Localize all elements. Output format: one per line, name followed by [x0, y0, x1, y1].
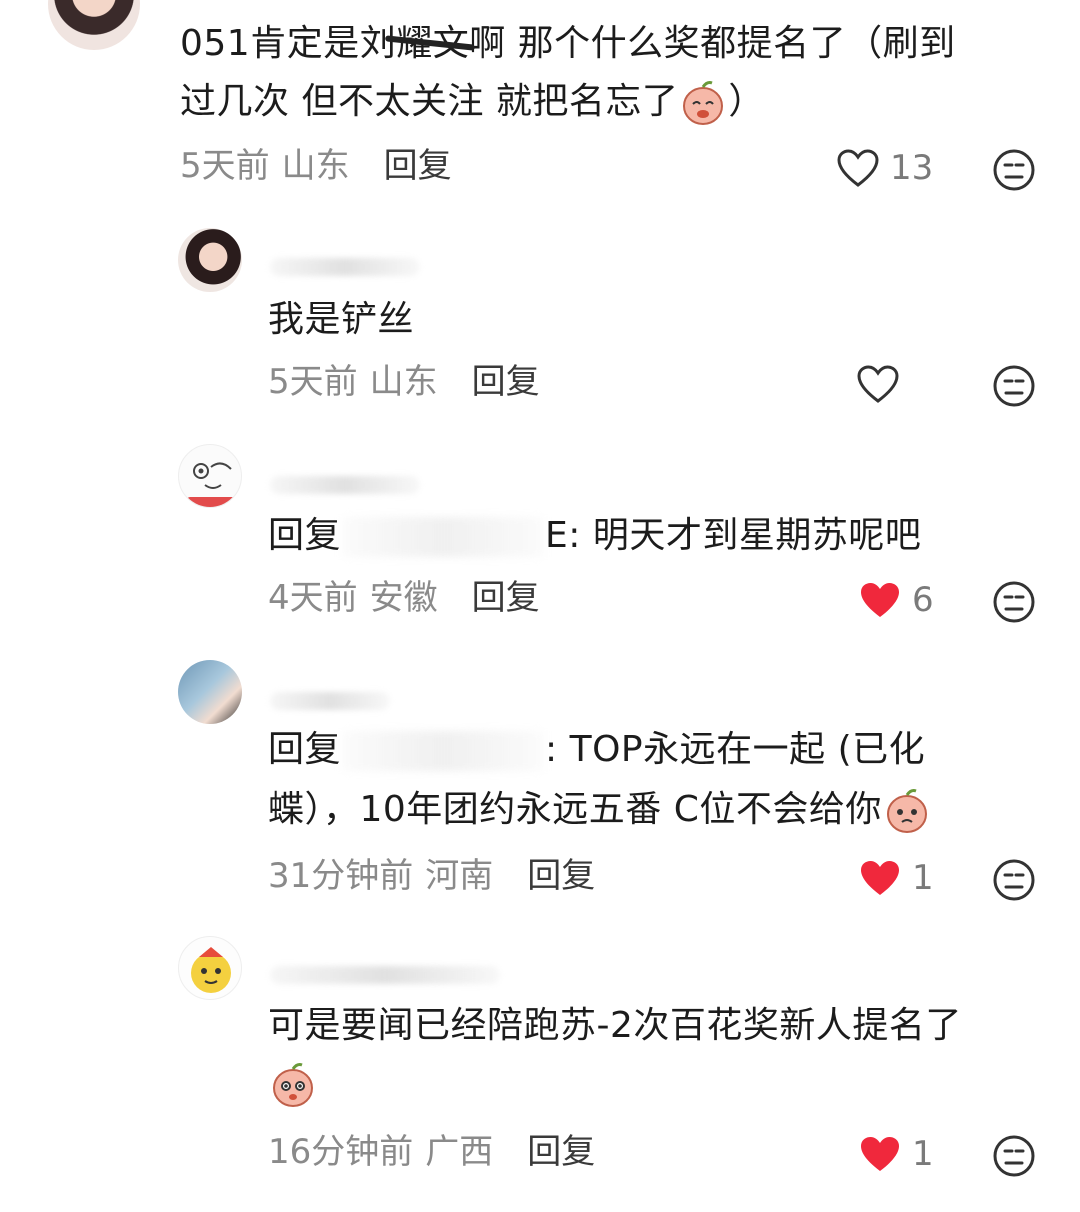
comment-meta: 31分钟前 河南 回复: [268, 856, 595, 896]
like-button[interactable]: 1: [858, 858, 934, 898]
comment-text-line2: 过几次 但不太关注 就把名忘了）: [180, 72, 1060, 132]
location: 河南: [425, 856, 494, 896]
location: 山东: [281, 146, 350, 186]
location: 广西: [425, 1132, 494, 1172]
comment-meta: 5天前 山东 回复: [268, 362, 540, 402]
comment-text: 051肯定是刘耀文啊 那个什么奖都提名了（刷到: [180, 23, 956, 64]
timestamp: 4天前: [268, 578, 358, 618]
username-redacted[interactable]: [270, 476, 420, 494]
dislike-face-icon[interactable]: [992, 1134, 1036, 1178]
comment-text-line2: 蝶），10年团约永远五番 C位不会给你: [268, 780, 1048, 840]
dislike-face-icon[interactable]: [992, 148, 1036, 192]
like-button[interactable]: 13: [836, 148, 933, 188]
location: 安徽: [369, 578, 438, 618]
username-redacted[interactable]: [270, 692, 390, 710]
reply-button[interactable]: 回复: [472, 578, 540, 618]
comment-meta: 4天前 安徽 回复: [268, 578, 540, 618]
cartoon-avatar-icon: [191, 947, 231, 993]
emoji-peach-icon: [886, 789, 927, 833]
like-count: 13: [890, 148, 934, 188]
timestamp: 5天前: [180, 146, 270, 186]
avatar[interactable]: [48, 0, 140, 50]
username-redacted[interactable]: [270, 966, 500, 984]
avatar[interactable]: [178, 660, 242, 724]
comment-meta: 16分钟前 广西 回复: [268, 1132, 595, 1172]
comment-text: 我是铲丝: [268, 299, 415, 340]
reply-prefix: 回复: [268, 729, 342, 770]
emoji-peach-icon: [273, 1063, 313, 1107]
heart-outline-icon: [837, 149, 879, 187]
reply-button[interactable]: 回复: [527, 1132, 595, 1172]
like-button[interactable]: [856, 364, 910, 404]
like-count: 1: [912, 1134, 934, 1174]
dislike-face-icon[interactable]: [992, 364, 1036, 408]
like-count: 6: [912, 580, 934, 620]
avatar[interactable]: [178, 444, 242, 508]
dislike-face-icon[interactable]: [992, 858, 1036, 902]
timestamp: 31分钟前: [268, 856, 414, 896]
avatar[interactable]: [178, 936, 242, 1000]
like-count: 1: [912, 858, 934, 898]
heart-filled-icon: [861, 583, 899, 617]
timestamp: 16分钟前: [268, 1132, 414, 1172]
reply-button[interactable]: 回复: [384, 146, 452, 186]
timestamp: 5天前: [268, 362, 358, 402]
location: 山东: [369, 362, 438, 402]
heart-filled-icon: [861, 861, 899, 895]
emoji-peach-icon: [683, 81, 724, 125]
avatar[interactable]: [178, 228, 242, 292]
comment-text: 回复: TOP永远在一起 (已化: [268, 729, 926, 771]
reply-prefix: 回复: [268, 515, 342, 556]
reply-button[interactable]: 回复: [472, 362, 540, 402]
comment-meta: 5天前 山东 回复: [180, 146, 452, 186]
comment-text: 可是要闻已经陪跑苏-2次百花奖新人提名了: [268, 1005, 962, 1046]
like-button[interactable]: 6: [858, 580, 934, 620]
heart-filled-icon: [861, 1137, 899, 1171]
reply-button[interactable]: 回复: [527, 856, 595, 896]
username-redacted[interactable]: [270, 258, 420, 276]
heart-outline-icon: [857, 365, 899, 403]
cartoon-avatar-icon: [187, 462, 235, 507]
dislike-face-icon[interactable]: [992, 580, 1036, 624]
comment-text: 回复 E: 明天才到星期苏呢吧: [268, 515, 922, 557]
mention-redacted[interactable]: [343, 517, 544, 557]
mention-redacted[interactable]: [343, 731, 544, 771]
like-button[interactable]: 1: [858, 1134, 934, 1174]
